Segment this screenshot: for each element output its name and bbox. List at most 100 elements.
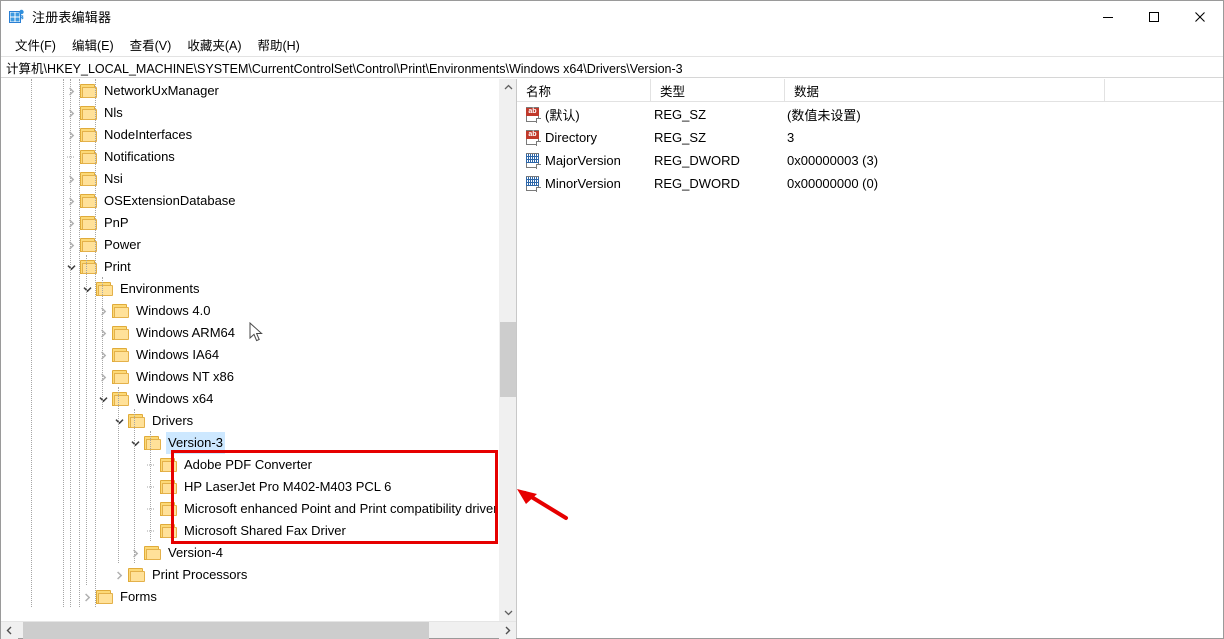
tree-guide-line <box>150 431 151 541</box>
folder-icon <box>112 370 129 384</box>
value-type: REG_SZ <box>654 107 707 122</box>
value-row[interactable]: MinorVersion REG_DWORD 0x00000000 (0) <box>517 172 1223 195</box>
chevron-down-icon[interactable] <box>63 259 79 275</box>
value-data: (数值未设置) <box>787 108 861 123</box>
tree-item-label: OSExtensionDatabase <box>104 193 236 208</box>
registry-tree-pane: NetworkUxManager Nls NodeInterfaces Notific… <box>1 79 517 639</box>
tree-connector-icon <box>143 457 159 473</box>
address-bar[interactable]: 计算机\HKEY_LOCAL_MACHINE\SYSTEM\CurrentCon… <box>1 56 1223 78</box>
chevron-right-icon[interactable] <box>63 237 79 253</box>
menu-view[interactable]: 查看(V) <box>122 33 180 56</box>
values-list[interactable]: ab (默认) REG_SZ (数值未设置) ab Directory REG_SZ 3 Maj… <box>517 102 1223 638</box>
scroll-right-arrow-icon[interactable] <box>499 622 516 639</box>
tree-connector-icon <box>143 479 159 495</box>
tree-connector-icon <box>143 523 159 539</box>
tree-scroll-thumb[interactable] <box>500 322 516 397</box>
column-data[interactable]: 数据 <box>785 79 1105 102</box>
title-bar: 注册表编辑器 <box>1 1 1223 32</box>
tree-guide-line <box>134 409 135 563</box>
tree-item-label: Version-4 <box>168 545 223 560</box>
minimize-button[interactable] <box>1085 1 1131 32</box>
folder-icon <box>112 392 129 406</box>
chevron-down-icon[interactable] <box>111 413 127 429</box>
chevron-right-icon[interactable] <box>63 83 79 99</box>
folder-icon <box>96 282 113 296</box>
value-type: REG_DWORD <box>654 153 740 168</box>
menu-help[interactable]: 帮助(H) <box>249 33 307 56</box>
tree-item-label: Windows NT x86 <box>136 369 235 384</box>
tree-item-label: Windows 4.0 <box>136 303 211 318</box>
value-name: MinorVersion <box>545 176 621 191</box>
registry-tree-items: NetworkUxManager Nls NodeInterfaces Notific… <box>1 79 516 608</box>
tree-item-label: NetworkUxManager <box>104 83 219 98</box>
chevron-down-icon[interactable] <box>127 435 143 451</box>
column-name[interactable]: 名称 <box>517 79 651 102</box>
tree-item-label: Environments <box>120 281 200 296</box>
chevron-right-icon[interactable] <box>127 545 143 561</box>
tree-item-label: Microsoft enhanced Point and Print compa… <box>184 501 498 516</box>
folder-icon <box>160 480 177 494</box>
chevron-right-icon[interactable] <box>95 303 111 319</box>
menu-edit[interactable]: 编辑(E) <box>64 33 122 56</box>
tree-item-label: Print Processors <box>152 567 248 582</box>
tree-item-label: Nsi <box>104 171 123 186</box>
tree-item-label: HP LaserJet Pro M402-M403 PCL 6 <box>184 479 392 494</box>
tree-guide-line <box>118 387 119 563</box>
scroll-down-arrow-icon[interactable] <box>500 604 516 621</box>
dword-value-icon <box>525 152 541 169</box>
dword-value-icon <box>525 175 541 192</box>
chevron-right-icon[interactable] <box>63 193 79 209</box>
registry-path: 计算机\HKEY_LOCAL_MACHINE\SYSTEM\CurrentCon… <box>6 61 683 76</box>
tree-hscroll-thumb[interactable] <box>23 621 429 639</box>
registry-tree[interactable]: NetworkUxManager Nls NodeInterfaces Notific… <box>1 79 516 621</box>
value-name: (默认) <box>545 108 580 123</box>
folder-icon <box>112 304 129 318</box>
tree-horizontal-scrollbar[interactable] <box>1 621 516 639</box>
tree-item-label: Windows x64 <box>136 391 214 406</box>
chevron-down-icon[interactable] <box>95 391 111 407</box>
chevron-right-icon[interactable] <box>63 105 79 121</box>
chevron-right-icon[interactable] <box>79 589 95 605</box>
folder-icon <box>128 568 145 582</box>
tree-item-label: Drivers <box>152 413 194 428</box>
values-column-header: 名称 类型 数据 <box>517 79 1223 102</box>
value-data: 0x00000003 (3) <box>787 153 879 168</box>
window-title: 注册表编辑器 <box>32 10 112 25</box>
menu-favorites[interactable]: 收藏夹(A) <box>179 33 249 56</box>
string-value-icon: ab <box>525 106 541 123</box>
chevron-right-icon[interactable] <box>95 325 111 341</box>
column-type[interactable]: 类型 <box>651 79 785 102</box>
folder-icon <box>112 326 129 340</box>
folder-icon <box>144 546 161 560</box>
value-row[interactable]: ab Directory REG_SZ 3 <box>517 126 1223 149</box>
menu-file[interactable]: 文件(F) <box>7 33 64 56</box>
registry-values-pane: 名称 类型 数据 ab (默认) REG_SZ (数值未设置) ab Directory R… <box>517 79 1223 638</box>
chevron-right-icon[interactable] <box>95 369 111 385</box>
scroll-left-arrow-icon[interactable] <box>1 622 18 639</box>
folder-icon <box>160 458 177 472</box>
tree-vertical-scrollbar[interactable] <box>499 79 516 621</box>
scroll-up-arrow-icon[interactable] <box>500 79 516 96</box>
tree-item-label: PnP <box>104 215 129 230</box>
close-button[interactable] <box>1177 1 1223 32</box>
menu-bar: 文件(F) 编辑(E) 查看(V) 收藏夹(A) 帮助(H) <box>1 32 1223 56</box>
value-data: 0x00000000 (0) <box>787 176 879 191</box>
chevron-right-icon[interactable] <box>111 567 127 583</box>
value-row[interactable]: ab (默认) REG_SZ (数值未设置) <box>517 103 1223 126</box>
folder-icon <box>160 502 177 516</box>
chevron-right-icon[interactable] <box>63 127 79 143</box>
registry-editor-window: 注册表编辑器 文件(F) 编辑(E) 查看(V) 收藏夹(A) 帮助(H) 计算… <box>0 0 1224 639</box>
value-row[interactable]: MajorVersion REG_DWORD 0x00000003 (3) <box>517 149 1223 172</box>
value-type: REG_SZ <box>654 130 707 145</box>
chevron-right-icon[interactable] <box>63 171 79 187</box>
tree-guide-line <box>31 79 32 607</box>
chevron-right-icon[interactable] <box>95 347 111 363</box>
tree-item-label: Nls <box>104 105 123 120</box>
maximize-button[interactable] <box>1131 1 1177 32</box>
tree-item-label: Notifications <box>104 149 175 164</box>
editor-body: NetworkUxManager Nls NodeInterfaces Notific… <box>1 78 1223 639</box>
chevron-right-icon[interactable] <box>63 215 79 231</box>
tree-item-label: Forms <box>120 589 157 604</box>
tree-item-label: Windows IA64 <box>136 347 220 362</box>
chevron-down-icon[interactable] <box>79 281 95 297</box>
